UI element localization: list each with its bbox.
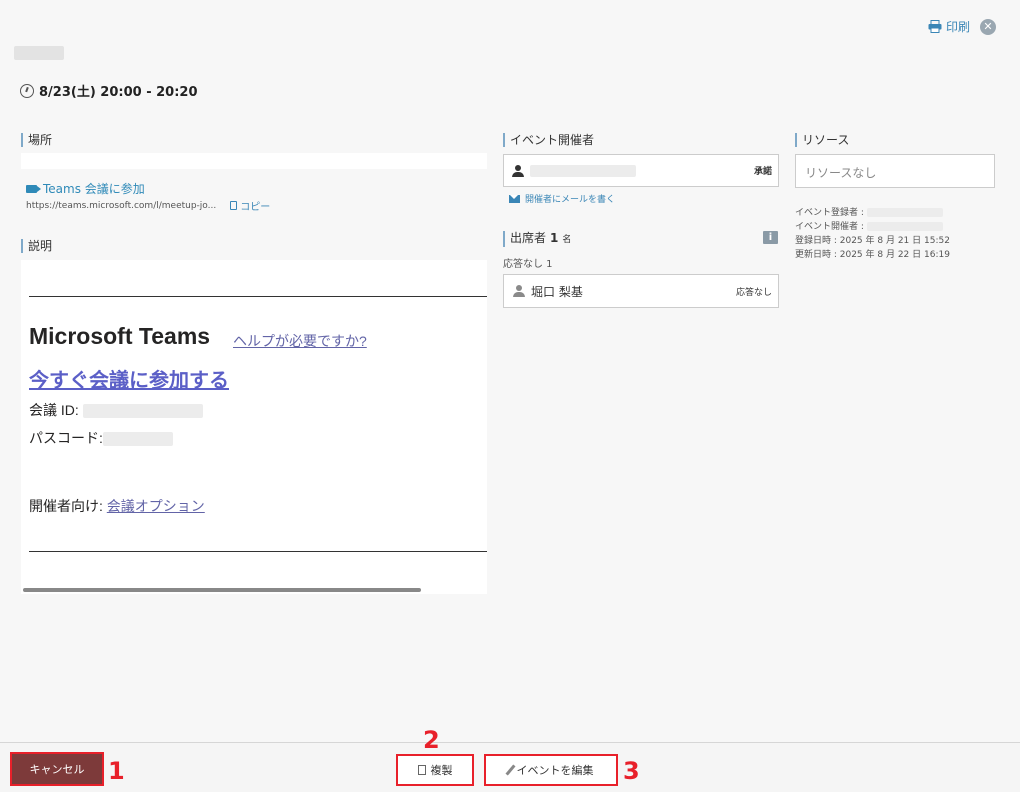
edit-event-label: イベントを編集: [516, 764, 594, 777]
video-camera-icon: [26, 184, 41, 193]
updated-datetime: 更新日時 : 2025 年 8 月 22 日 16:19: [795, 250, 950, 260]
copy-button[interactable]: コピー: [230, 198, 270, 213]
meta-organizer-label: イベント開催者 :: [795, 222, 867, 232]
print-link[interactable]: 印刷: [928, 18, 970, 35]
registrant-redacted: [866, 208, 943, 217]
pencil-icon: [504, 764, 516, 776]
attendee-status: 応答なし: [735, 287, 772, 298]
teams-heading: Microsoft Teams: [29, 323, 211, 349]
attendee-card: 堀口 梨基 応答なし: [503, 274, 779, 308]
meeting-url: https://teams.microsoft.com/l/meetup-jo.…: [26, 200, 217, 211]
cancel-button[interactable]: キャンセル: [10, 752, 104, 786]
datetime-text: 8/23(土) 20:00 - 20:20: [39, 85, 198, 100]
passcode-label: パスコード:: [29, 430, 103, 446]
mail-icon: [509, 194, 520, 203]
duplicate-button[interactable]: 複製: [396, 754, 474, 786]
email-organizer-link[interactable]: 開催者にメールを書く: [509, 192, 615, 205]
divider-top: [29, 296, 487, 297]
attendees-label: 出席者: [510, 231, 547, 245]
passcode-line: パスコード:: [29, 428, 173, 448]
copy-icon: [230, 201, 238, 210]
divider-bottom: [29, 551, 487, 552]
help-link[interactable]: ヘルプが必要ですか?: [233, 331, 367, 351]
printer-icon: [928, 20, 942, 33]
event-datetime: 8/23(土) 20:00 - 20:20: [20, 81, 198, 100]
meeting-options-link[interactable]: 会議オプション: [107, 498, 205, 514]
registrant-label: イベント登録者 :: [795, 208, 867, 218]
attendees-label-row: 出席者 1 名: [503, 231, 571, 247]
step-1-annotation: 1: [108, 757, 125, 785]
registered-datetime: 登録日時 : 2025 年 8 月 21 日 15:52: [795, 236, 950, 246]
copy-label: コピー: [240, 202, 271, 213]
person-icon: [512, 164, 524, 177]
description-box: Microsoft Teams ヘルプが必要ですか? 今すぐ会議に参加する 会議…: [21, 260, 487, 594]
top-actions: 印刷 ✕: [928, 18, 996, 35]
organizer-status: 承諾: [753, 167, 772, 177]
clock-icon: [20, 83, 34, 98]
horizontal-scrollbar[interactable]: [23, 588, 421, 592]
meeting-id-label: 会議 ID:: [29, 402, 83, 418]
edit-event-button[interactable]: イベントを編集: [484, 754, 618, 786]
location-value-box: [21, 153, 487, 169]
organizer-card: 承諾: [503, 154, 779, 187]
event-title-redacted: [14, 46, 64, 60]
resources-box: リソースなし: [795, 154, 995, 188]
meta-organizer-line: イベント開催者 :: [795, 220, 950, 234]
attendee-name: 堀口 梨基: [531, 284, 583, 299]
person-icon: [513, 285, 525, 297]
no-response-label: 応答なし 1: [503, 259, 553, 270]
close-icon[interactable]: ✕: [980, 18, 996, 35]
event-meta: イベント登録者 : イベント開催者 : 登録日時 : 2025 年 8 月 21…: [795, 206, 950, 262]
duplicate-label: 複製: [430, 764, 453, 777]
organizer-label: イベント開催者: [503, 133, 594, 147]
teams-join-label: Teams 会議に参加: [43, 182, 145, 196]
info-icon[interactable]: i: [763, 231, 778, 244]
meeting-id-line: 会議 ID:: [29, 400, 203, 420]
step-2-annotation: 2: [423, 726, 440, 754]
organizer-name-redacted: [530, 164, 636, 177]
organizer-options-line: 開催者向け: 会議オプション: [29, 496, 205, 516]
registrant-line: イベント登録者 :: [795, 206, 950, 220]
duplicate-icon: [414, 765, 426, 780]
meeting-url-row: https://teams.microsoft.com/l/meetup-jo.…: [26, 198, 270, 214]
resources-label: リソース: [795, 133, 849, 147]
meta-organizer-redacted: [866, 222, 943, 231]
join-meeting-link[interactable]: 今すぐ会議に参加する: [29, 364, 229, 393]
meeting-id-redacted: [82, 404, 203, 419]
print-label: 印刷: [945, 20, 970, 34]
attendees-count: 1: [550, 231, 559, 245]
step-3-annotation: 3: [623, 757, 640, 785]
attendees-unit: 名: [562, 235, 572, 245]
teams-join-link[interactable]: Teams 会議に参加: [26, 180, 145, 197]
email-organizer-label: 開催者にメールを書く: [525, 195, 616, 205]
description-label: 説明: [21, 239, 52, 253]
location-label: 場所: [21, 133, 52, 147]
organizer-options-prefix: 開催者向け:: [29, 498, 107, 514]
passcode-redacted: [102, 432, 173, 447]
